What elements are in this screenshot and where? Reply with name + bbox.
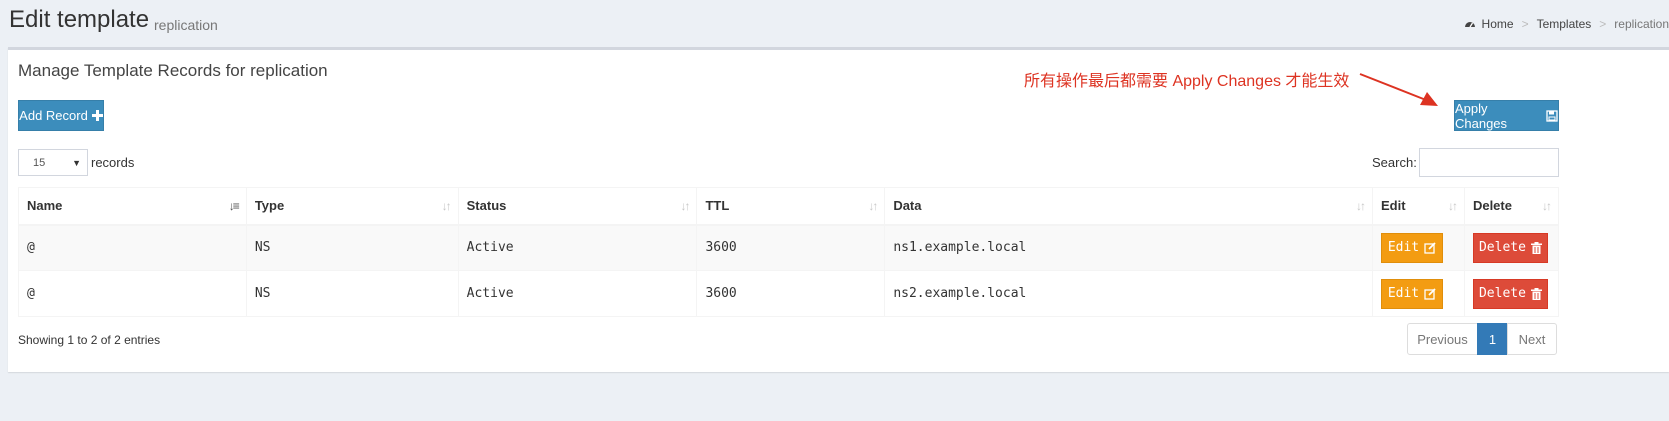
cell-edit: Edit	[1371, 224, 1465, 271]
records-table: Name ↓≡ Type ↓↑ Status ↓↑ TTL ↓↑ Data ↓↑ Edit…	[18, 187, 1560, 317]
cell-type: NS	[245, 270, 459, 317]
sort-icon: ↓↑	[1447, 199, 1458, 213]
page-length-value: 15	[33, 156, 46, 169]
edit-label: Edit	[1387, 240, 1420, 256]
delete-label: Delete	[1478, 240, 1526, 256]
page-length-select[interactable]: 15 ▼	[18, 149, 88, 176]
cell-data: ns1.example.local	[884, 224, 1373, 271]
column-header-data[interactable]: Data ↓↑	[884, 187, 1373, 226]
content-header: Edit template replication Home > Templat…	[0, 0, 1669, 48]
cell-data: ns2.example.local	[884, 270, 1373, 317]
add-record-button[interactable]: Add Record	[18, 100, 104, 131]
column-header-edit[interactable]: Edit ↓↑	[1371, 187, 1465, 226]
breadcrumb: Home > Templates > replication	[1464, 17, 1669, 31]
column-header-delete[interactable]: Delete ↓↑	[1463, 187, 1560, 226]
edit-label: Edit	[1387, 286, 1420, 301]
delete-button[interactable]: Delete	[1472, 278, 1548, 309]
apply-changes-button[interactable]: Apply Changes	[1454, 100, 1559, 131]
table-header-row: Name ↓≡ Type ↓↑ Status ↓↑ TTL ↓↑ Data ↓↑ Edit…	[18, 187, 1560, 226]
cell-name: @	[18, 270, 247, 317]
edit-icon	[1424, 287, 1436, 300]
edit-button[interactable]: Edit	[1380, 232, 1443, 263]
column-label: TTL	[705, 198, 730, 214]
breadcrumb-templates[interactable]: Templates	[1537, 17, 1592, 31]
pagination: Previous 1 Next	[1407, 323, 1557, 355]
arrow-annotation-icon	[1359, 73, 1438, 106]
column-label: Name	[27, 198, 63, 214]
sort-icon: ↓↑	[680, 199, 690, 213]
table-row: @ NS Active 3600 ns1.example.local Edit …	[18, 224, 1560, 271]
column-header-type[interactable]: Type ↓↑	[245, 187, 459, 226]
column-header-ttl[interactable]: TTL ↓↑	[696, 187, 886, 226]
plus-icon	[91, 110, 103, 121]
column-label: Delete	[1472, 198, 1512, 214]
save-icon	[1546, 109, 1558, 122]
edit-button[interactable]: Edit	[1380, 278, 1443, 309]
column-label: Edit	[1380, 198, 1406, 214]
page-title: Edit template	[9, 6, 150, 33]
chevron-down-icon: ▼	[72, 158, 81, 168]
trash-icon	[1530, 241, 1542, 254]
cell-ttl: 3600	[696, 270, 886, 317]
sort-asc-icon: ↓≡	[228, 199, 240, 213]
next-page-button[interactable]: Next	[1507, 323, 1557, 355]
cell-status: Active	[457, 224, 698, 271]
search-label: Search:	[1372, 155, 1417, 170]
box-title: Manage Template Records for replication	[18, 61, 328, 80]
cell-type: NS	[245, 224, 459, 271]
breadcrumb-home[interactable]: Home	[1482, 17, 1514, 31]
cell-delete: Delete	[1463, 224, 1560, 271]
table-info: Showing 1 to 2 of 2 entries	[18, 333, 161, 347]
add-record-label: Add Record	[19, 108, 88, 123]
trash-icon	[1530, 287, 1542, 300]
column-header-status[interactable]: Status ↓↑	[457, 187, 698, 226]
page-subtitle: replication	[154, 17, 218, 33]
cell-status: Active	[457, 270, 698, 317]
dashboard-icon	[1464, 22, 1475, 28]
records-label: records	[91, 155, 135, 170]
edit-icon	[1424, 242, 1436, 254]
cell-delete: Delete	[1463, 270, 1560, 317]
sort-icon: ↓↑	[1355, 199, 1366, 213]
column-label: Status	[466, 198, 507, 214]
sort-icon: ↓↑	[441, 199, 452, 213]
search-input[interactable]	[1419, 148, 1559, 177]
page-1-button[interactable]: 1	[1477, 323, 1508, 355]
apply-changes-note: 所有操作最后都需要 Apply Changes 才能生效	[1024, 73, 1350, 90]
delete-button[interactable]: Delete	[1472, 232, 1548, 263]
breadcrumb-separator: >	[1599, 17, 1607, 31]
column-label: Data	[893, 198, 922, 214]
breadcrumb-separator: >	[1521, 17, 1529, 31]
cell-edit: Edit	[1371, 270, 1465, 317]
sort-icon: ↓↑	[1542, 199, 1552, 213]
table-row: @ NS Active 3600 ns2.example.local Edit …	[18, 270, 1560, 317]
sort-icon: ↓↑	[868, 199, 878, 213]
previous-page-button[interactable]: Previous	[1407, 323, 1478, 355]
apply-changes-label: Apply Changes	[1455, 100, 1508, 131]
delete-label: Delete	[1478, 286, 1526, 301]
records-box: Manage Template Records for replication …	[8, 47, 1669, 372]
column-header-name[interactable]: Name ↓≡	[18, 187, 247, 226]
breadcrumb-current: replication	[1614, 17, 1669, 31]
cell-ttl: 3600	[696, 224, 886, 271]
column-label: Type	[254, 198, 285, 214]
cell-name: @	[18, 224, 247, 271]
